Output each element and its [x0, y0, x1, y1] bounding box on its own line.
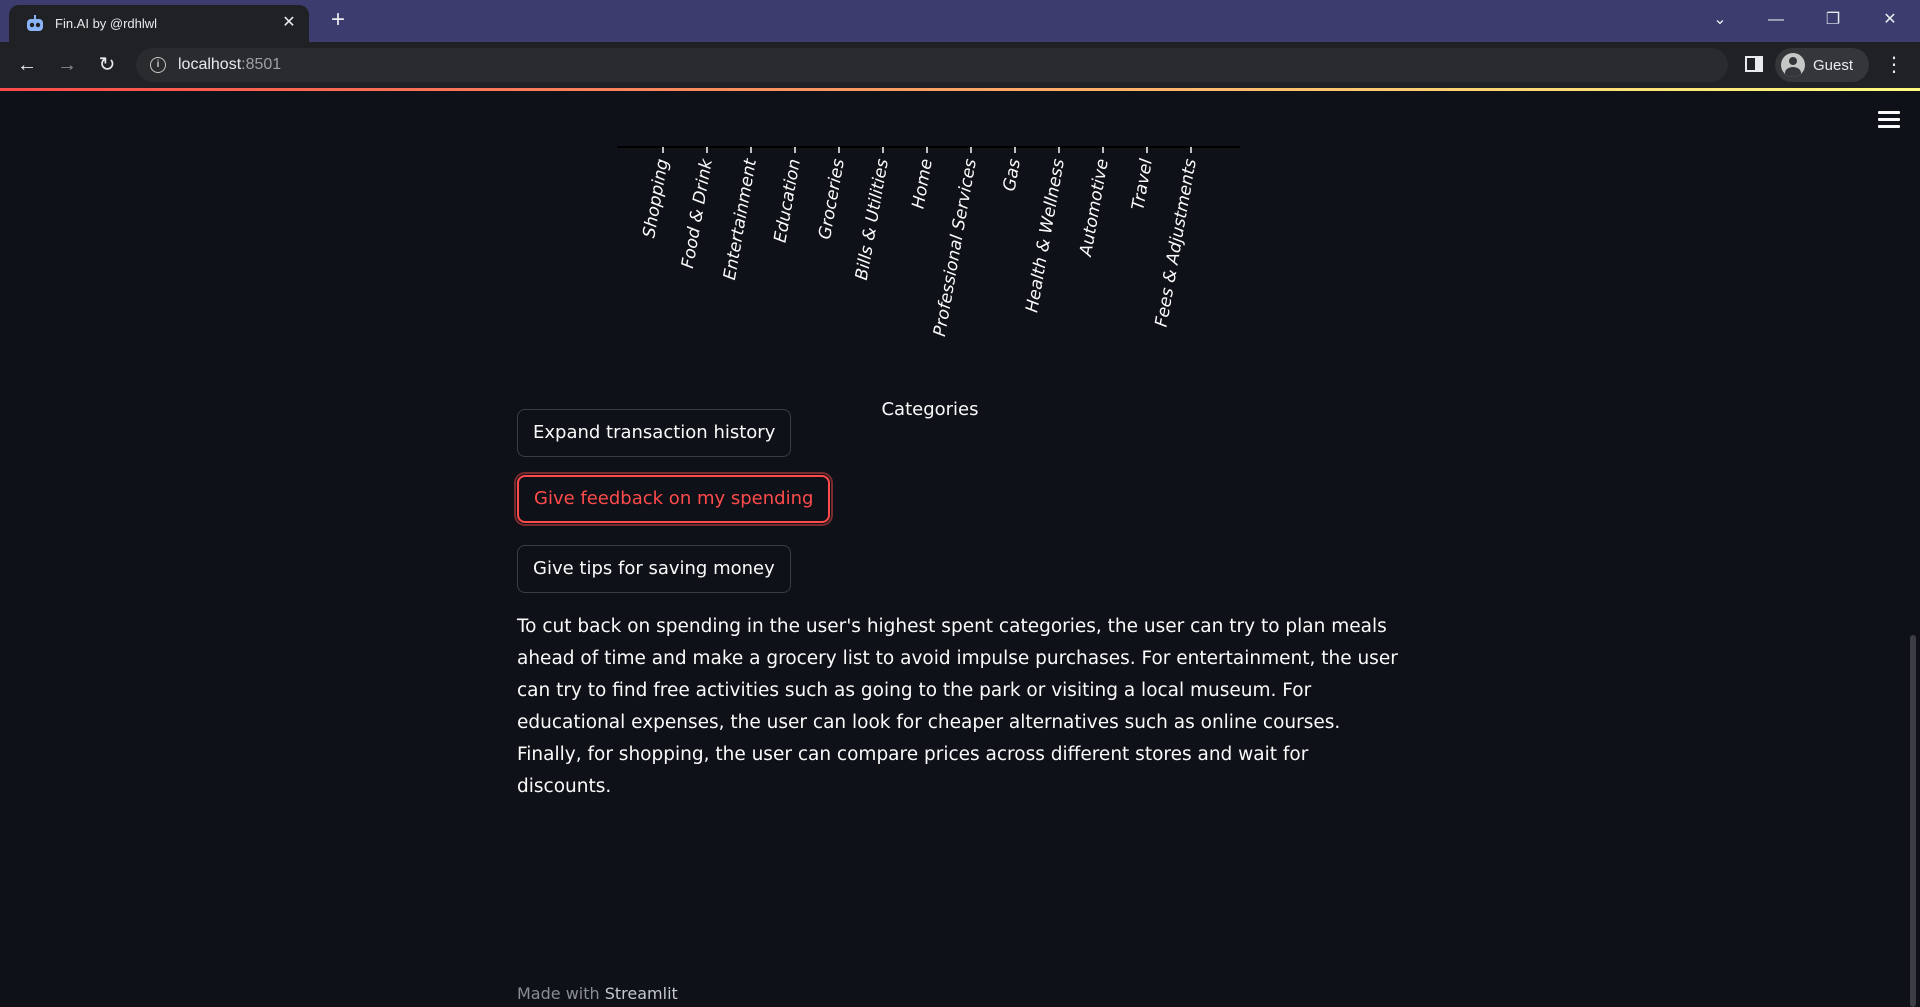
tab-title: Fin.AI by @rdhlwl: [55, 16, 158, 31]
spending-chart: Shopping Food & Drink Entertainment Educati…: [600, 146, 1260, 426]
give-tips-button[interactable]: Give tips for saving money: [517, 545, 791, 593]
chart-svg: Shopping Food & Drink Entertainment Educati…: [617, 146, 1240, 338]
side-panel-icon[interactable]: [1745, 56, 1763, 72]
x-tick-label: Health & Wellness: [1022, 157, 1069, 314]
footer: Made with Streamlit: [517, 984, 678, 1003]
footer-made-with: Made with: [517, 984, 605, 1003]
url-host: localhost: [178, 56, 242, 73]
x-tick-label: Food & Drink: [678, 156, 717, 270]
robot-favicon-icon: [27, 15, 43, 31]
close-tab-icon[interactable]: ✕: [279, 13, 299, 33]
streamlit-link[interactable]: Streamlit: [605, 984, 678, 1003]
x-tick-label: Gas: [1000, 157, 1025, 193]
x-tick-label: Bills & Utilities: [852, 157, 893, 281]
back-arrow-icon[interactable]: ←: [13, 51, 41, 79]
browser-menu-icon[interactable]: ⋮: [1884, 52, 1904, 78]
address-bar[interactable]: i localhost:8501: [136, 48, 1728, 82]
forward-arrow-icon[interactable]: →: [53, 51, 81, 79]
reload-icon[interactable]: ↻: [93, 51, 121, 79]
close-window-icon[interactable]: ✕: [1867, 6, 1913, 34]
response-text: To cut back on spending in the user's hi…: [517, 616, 1398, 797]
browser-tab-bar: Fin.AI by @rdhlwl ✕ + ⌄ — ❐ ✕: [0, 0, 1920, 42]
x-tick-label: Groceries: [815, 157, 849, 241]
hamburger-menu-icon[interactable]: [1878, 111, 1902, 129]
profile-button[interactable]: Guest: [1775, 48, 1869, 82]
url-port: :8501: [241, 56, 282, 73]
site-info-icon[interactable]: i: [150, 57, 166, 73]
app-main: Shopping Food & Drink Entertainment Educati…: [0, 91, 1920, 1007]
x-tick-label: Fees & Adjustments: [1152, 157, 1201, 328]
give-feedback-button[interactable]: Give feedback on my spending: [513, 472, 834, 526]
x-tick-label: Professional Services: [930, 157, 981, 338]
expand-transaction-history-button[interactable]: Expand transaction history: [517, 409, 792, 457]
x-tick-label: Education: [771, 157, 805, 244]
x-tick-label: Automotive: [1076, 157, 1113, 258]
tab-search-chevron-icon[interactable]: ⌄: [1697, 6, 1743, 34]
new-tab-icon[interactable]: +: [326, 8, 350, 33]
x-tick-label: Entertainment: [720, 156, 761, 282]
browser-tab[interactable]: Fin.AI by @rdhlwl ✕: [9, 5, 309, 42]
restore-icon[interactable]: ❐: [1810, 6, 1856, 34]
page-scrollbar[interactable]: [1910, 635, 1916, 1007]
x-tick-label: Travel: [1128, 157, 1157, 212]
x-tick-label: Home: [909, 157, 937, 210]
profile-name: Guest: [1813, 57, 1854, 74]
minimize-icon[interactable]: —: [1753, 6, 1799, 34]
x-tick-label: Shopping: [639, 157, 673, 239]
guest-avatar-icon: [1781, 53, 1805, 77]
url-text: localhost:8501: [178, 56, 281, 74]
browser-toolbar: ← → ↻ i localhost:8501 Guest ⋮: [0, 42, 1920, 88]
